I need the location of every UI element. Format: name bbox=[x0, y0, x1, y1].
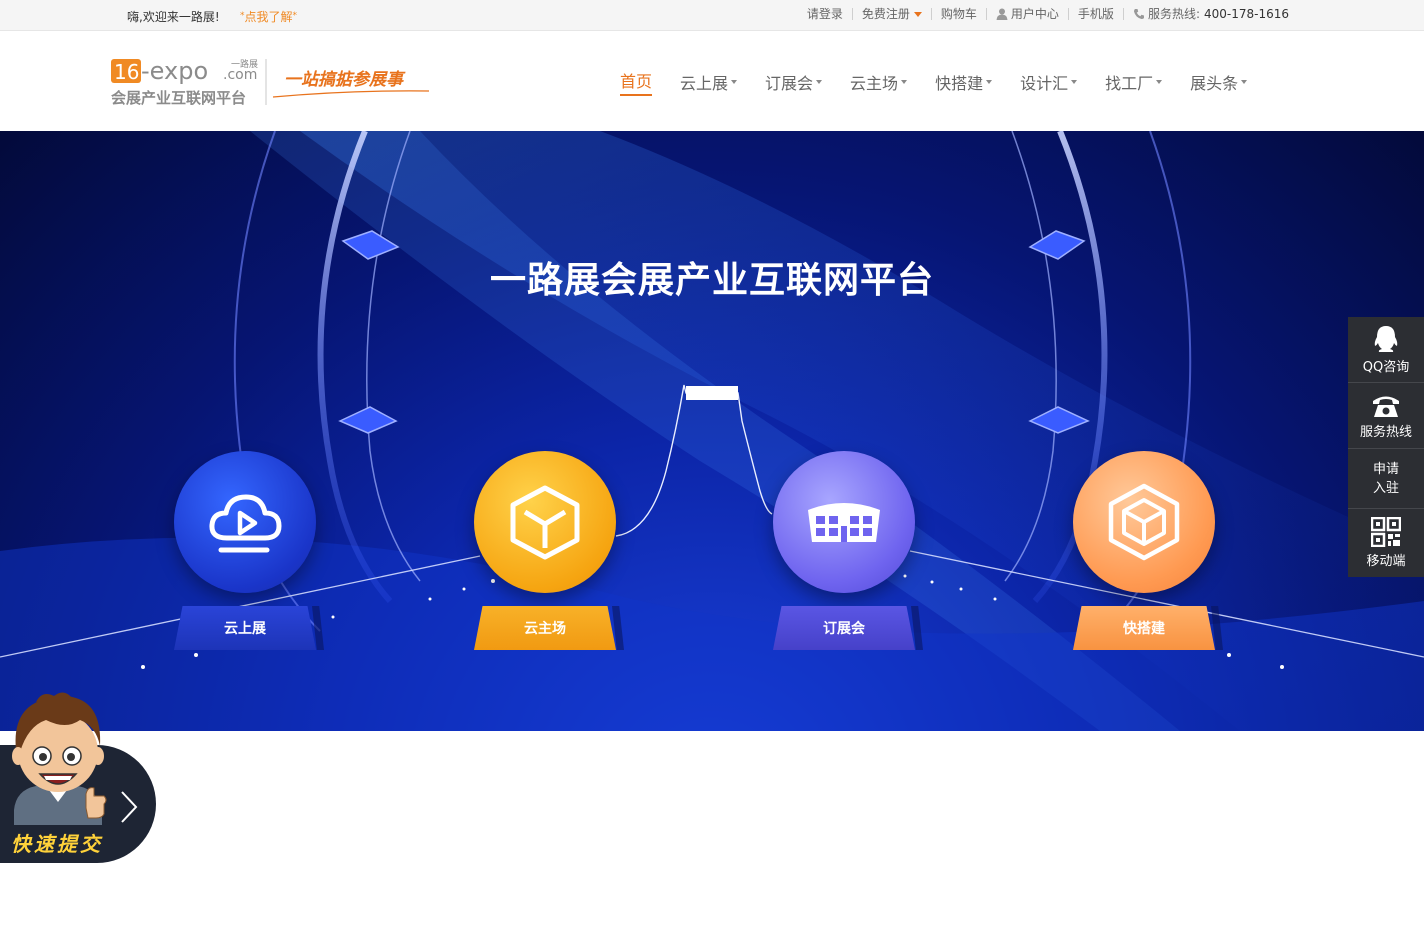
nav-item-design[interactable]: 设计汇 bbox=[1006, 69, 1091, 95]
hero-banner[interactable]: 一路展会展产业互联网平台 云上展 云主场 订展会 快搭建 bbox=[0, 131, 1424, 731]
mobile-qr-button[interactable]: 移动端 bbox=[1348, 509, 1424, 577]
caret-down-icon bbox=[986, 80, 993, 84]
nav-item-factory[interactable]: 找工厂 bbox=[1091, 69, 1176, 95]
nav-label: 快搭建 bbox=[935, 74, 984, 93]
nav-label: 订展会 bbox=[765, 74, 814, 93]
nav-item-cloud-venue[interactable]: 云主场 bbox=[836, 69, 921, 95]
qq-label: QQ咨询 bbox=[1362, 359, 1410, 375]
register-link[interactable]: 免费注册 bbox=[851, 7, 931, 21]
cube-icon bbox=[510, 485, 580, 560]
logo-cn-small: 一路展 bbox=[231, 58, 258, 70]
hotline-number: 400-178-1616 bbox=[1203, 7, 1289, 21]
cloud-play-icon bbox=[209, 494, 282, 553]
feature-quick-build[interactable] bbox=[1073, 451, 1215, 593]
top-links: 请登录 免费注册 购物车 用户中心 手机版 服务热线: 400-178-1616 bbox=[798, 8, 1298, 20]
floating-sidebar: QQ咨询 服务热线 申请 入驻 移动端 bbox=[1348, 317, 1424, 577]
nav-label: 云上展 bbox=[680, 74, 729, 93]
nav-item-headlines[interactable]: 展头条 bbox=[1176, 69, 1261, 95]
user-center-label: 用户中心 bbox=[1010, 7, 1059, 21]
nav-item-quick-build[interactable]: 快搭建 bbox=[921, 69, 1006, 95]
feature-book-expo[interactable] bbox=[773, 451, 915, 593]
quick-submit-label: 快速提交 bbox=[11, 832, 103, 856]
hexagon-cube-icon bbox=[1108, 483, 1180, 561]
top-bar: 嗨,欢迎来一路展! 点我了解 请登录 免费注册 购物车 用户中心 手机版 服务热… bbox=[0, 0, 1424, 31]
mobile-link[interactable]: 手机版 bbox=[1067, 8, 1123, 20]
site-logo[interactable]: 16 -expo .com 一路展 会展产业互联网平台 一站搞掂参展事 bbox=[111, 57, 431, 111]
login-link[interactable]: 请登录 bbox=[798, 8, 852, 20]
apply-line-2: 入驻 bbox=[1372, 480, 1399, 496]
phone-icon bbox=[1133, 9, 1144, 20]
caret-down-icon bbox=[913, 11, 922, 17]
logo-slogan: 一站搞掂参展事 bbox=[284, 70, 406, 90]
user-center-link[interactable]: 用户中心 bbox=[985, 7, 1068, 21]
logo-subtitle: 会展产业互联网平台 bbox=[111, 89, 246, 107]
apply-join-button[interactable]: 申请 入驻 bbox=[1348, 449, 1424, 509]
chevron-right-icon bbox=[121, 791, 138, 823]
header: 16 -expo .com 一路展 会展产业互联网平台 一站搞掂参展事 首页 云… bbox=[0, 31, 1424, 131]
main-nav: 首页 云上展 订展会 云主场 快搭建 设计汇 找工厂 展头条 bbox=[606, 68, 1261, 96]
banner-title: 一路展会展产业互联网平台 bbox=[489, 260, 934, 301]
nav-label: 首页 bbox=[620, 68, 653, 96]
nav-label: 展头条 bbox=[1190, 74, 1239, 93]
qq-consult-button[interactable]: QQ咨询 bbox=[1348, 317, 1424, 383]
feature-label-cloud-venue[interactable]: 云主场 bbox=[474, 606, 616, 650]
nav-item-cloud-expo[interactable]: 云上展 bbox=[666, 69, 751, 95]
user-icon bbox=[996, 8, 1008, 20]
caret-down-icon bbox=[1071, 80, 1078, 84]
feature-cloud-expo[interactable] bbox=[174, 451, 316, 593]
service-hotline-button[interactable]: 服务热线 bbox=[1348, 383, 1424, 449]
hotline: 服务热线: 400-178-1616 bbox=[1122, 7, 1298, 21]
feature-cloud-venue[interactable] bbox=[474, 451, 616, 593]
stadium-icon bbox=[808, 503, 880, 542]
qr-code-icon bbox=[1371, 517, 1401, 547]
learn-more-link[interactable]: 点我了解 bbox=[240, 8, 297, 25]
logo-num: 16 bbox=[114, 60, 139, 84]
nav-item-home[interactable]: 首页 bbox=[606, 68, 666, 96]
telephone-icon bbox=[1373, 396, 1399, 417]
cartoon-mascot-icon bbox=[12, 692, 107, 825]
hotline-label: 服务热线: bbox=[1147, 7, 1200, 21]
caret-down-icon bbox=[901, 80, 908, 84]
caret-down-icon bbox=[1241, 80, 1248, 84]
welcome-text: 嗨,欢迎来一路展! bbox=[127, 10, 220, 24]
nav-label: 云主场 bbox=[850, 74, 899, 93]
caret-down-icon bbox=[731, 80, 738, 84]
quick-submit-widget[interactable]: 快速提交 bbox=[0, 690, 160, 865]
feature-label-cloud-expo[interactable]: 云上展 bbox=[174, 606, 316, 650]
logo-domain: -expo bbox=[141, 57, 208, 85]
feature-label-quick-build[interactable]: 快搭建 bbox=[1073, 606, 1215, 650]
caret-down-icon bbox=[816, 80, 823, 84]
feature-label-book-expo[interactable]: 订展会 bbox=[773, 606, 915, 650]
caret-down-icon bbox=[1156, 80, 1163, 84]
hotline-side-label: 服务热线 bbox=[1359, 424, 1412, 440]
qq-icon bbox=[1374, 325, 1398, 352]
nav-label: 找工厂 bbox=[1105, 74, 1154, 93]
nav-item-book-expo[interactable]: 订展会 bbox=[751, 69, 836, 95]
mobile-side-label: 移动端 bbox=[1366, 554, 1406, 569]
register-label: 免费注册 bbox=[861, 7, 910, 21]
apply-line-1: 申请 bbox=[1372, 461, 1399, 477]
nav-label: 设计汇 bbox=[1020, 74, 1069, 93]
cart-link[interactable]: 购物车 bbox=[930, 8, 986, 20]
